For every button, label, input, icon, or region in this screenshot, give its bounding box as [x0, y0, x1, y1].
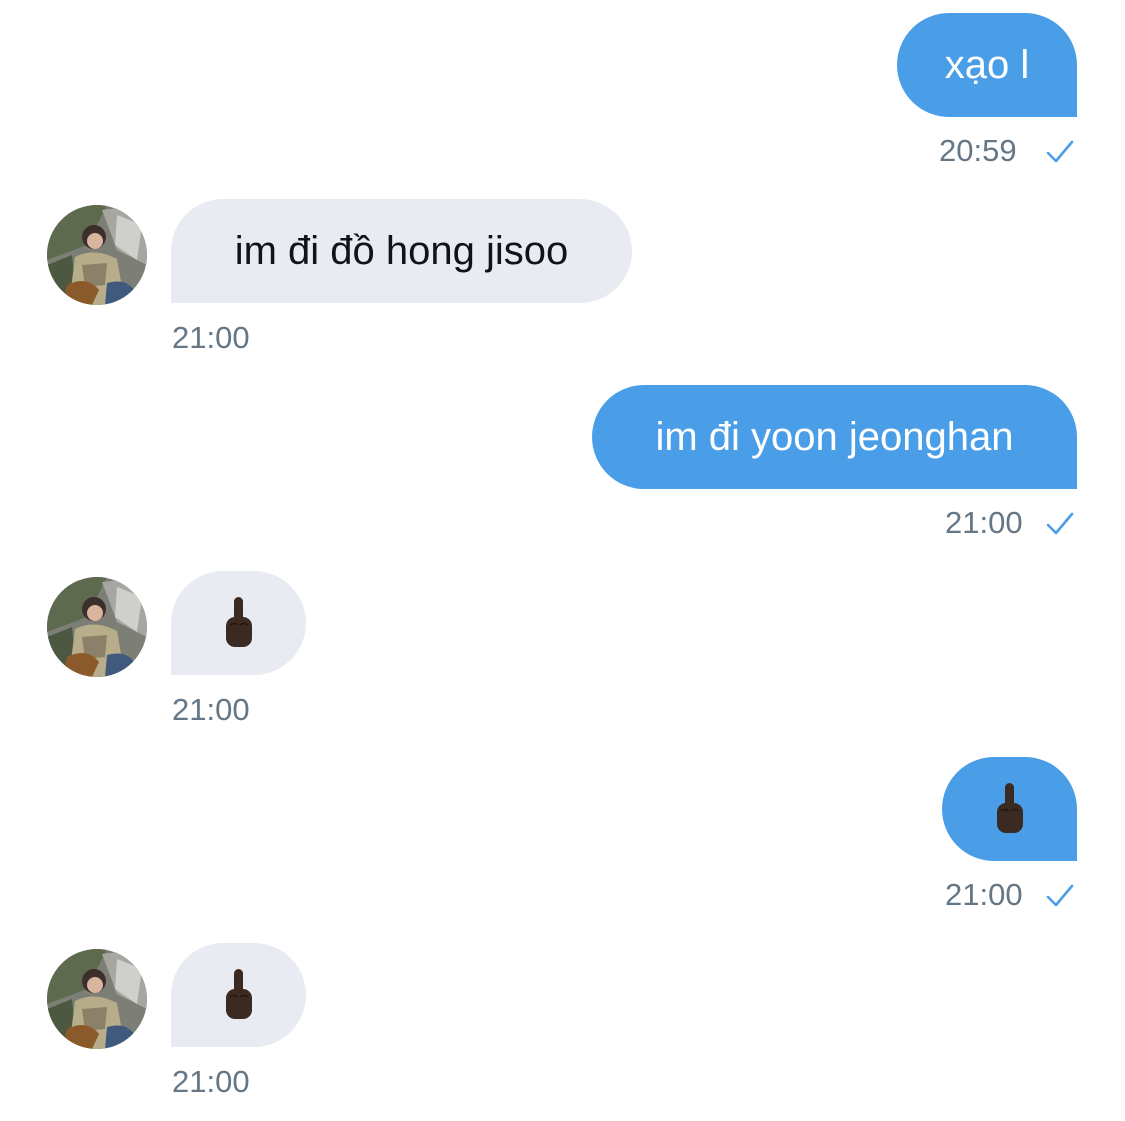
middle-finger-emoji: [225, 597, 252, 647]
avatar-photo-icon: [47, 949, 147, 1049]
middle-finger-emoji: [225, 969, 252, 1019]
message-timestamp: 20:59: [939, 133, 1017, 168]
message-text: im đi yoon jeonghan: [655, 415, 1014, 459]
message-timestamp: 21:00: [172, 692, 250, 727]
outgoing-message-bubble[interactable]: [942, 757, 1077, 861]
avatar[interactable]: [47, 949, 147, 1049]
avatar[interactable]: [47, 205, 147, 305]
incoming-message-bubble[interactable]: [171, 571, 306, 675]
message-timestamp: 21:00: [172, 320, 250, 355]
message-timestamp: 21:00: [945, 505, 1023, 540]
outgoing-message-bubble[interactable]: xạo l: [897, 13, 1077, 117]
sent-check-icon: [1046, 140, 1074, 163]
message-text: xạo l: [944, 43, 1030, 87]
avatar-photo-icon: [47, 577, 147, 677]
message-timestamp: 21:00: [945, 877, 1023, 912]
avatar-photo-icon: [47, 205, 147, 305]
middle-finger-emoji: [996, 783, 1023, 833]
sent-check-icon: [1046, 512, 1074, 535]
avatar[interactable]: [47, 577, 147, 677]
outgoing-message-bubble[interactable]: im đi yoon jeonghan: [592, 385, 1077, 489]
message-timestamp: 21:00: [172, 1064, 250, 1099]
sent-check-icon: [1046, 884, 1074, 907]
message-text: im đi đồ hong jisoo: [234, 229, 569, 273]
incoming-message-bubble[interactable]: [171, 943, 306, 1047]
incoming-message-bubble[interactable]: im đi đồ hong jisoo: [171, 199, 632, 303]
